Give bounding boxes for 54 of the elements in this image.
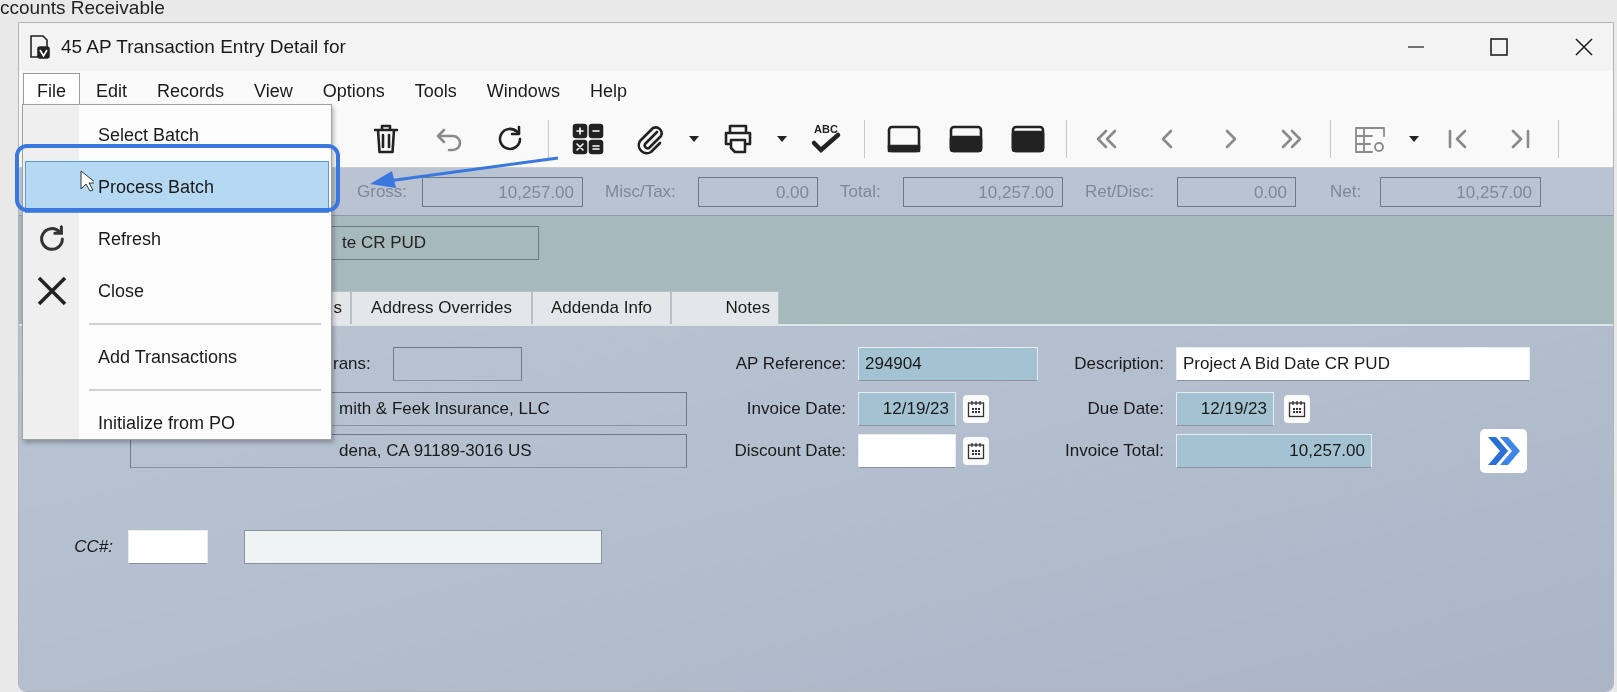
total-field: 10,257.00 <box>903 176 1063 207</box>
menu-item[interactable]: Add Transactions <box>25 331 329 383</box>
total-field: 0.00 <box>1177 176 1296 207</box>
total-label: Total: <box>840 181 882 202</box>
total-label: Net: <box>1330 181 1363 202</box>
menu-item[interactable]: Help <box>575 72 641 110</box>
field-label: CC#: <box>73 537 113 557</box>
field-label: Invoice Date: <box>745 399 846 419</box>
field-label: Description: <box>1073 354 1164 374</box>
forward-button[interactable] <box>1480 429 1527 473</box>
total-label: Misc/Tax: <box>605 181 677 202</box>
close-icon <box>36 275 68 307</box>
background-window-title: ccounts Receivable <box>0 0 165 17</box>
tab[interactable]: Notes <box>671 291 779 324</box>
amount-field[interactable]: 10,257.00 <box>1176 434 1372 468</box>
calendar-icon[interactable] <box>967 442 985 460</box>
dropdown-caret-icon[interactable] <box>1409 136 1419 142</box>
calculator-icon[interactable] <box>571 122 605 156</box>
date-field[interactable] <box>858 434 956 468</box>
tab[interactable]: Addenda Info <box>532 291 671 324</box>
calendar-icon[interactable] <box>1288 400 1306 418</box>
cc-description-field[interactable] <box>244 530 602 564</box>
cursor-icon <box>80 170 94 192</box>
menu-item[interactable]: Select Batch <box>25 109 329 161</box>
app-icon <box>29 35 51 59</box>
text-field[interactable]: Project A Bid Date CR PUD <box>1176 347 1530 381</box>
menu-item[interactable]: Options <box>308 72 399 110</box>
menu-item[interactable]: Close <box>25 265 329 317</box>
menu-item[interactable]: Tools <box>400 72 471 110</box>
double-chevron-icon <box>1485 435 1522 467</box>
calendar-icon[interactable] <box>967 400 985 418</box>
field-label: rans: <box>333 354 372 374</box>
menu-item[interactable]: Windows <box>472 72 574 110</box>
date-field[interactable]: 12/19/23 <box>1176 392 1274 426</box>
total-field: 0.00 <box>698 176 818 207</box>
total-field: 10,257.00 <box>422 176 583 207</box>
total-label: Ret/Disc: <box>1085 181 1155 202</box>
close-icon[interactable] <box>1574 37 1594 57</box>
menu-item[interactable]: Process Batch <box>25 161 329 213</box>
dropdown-caret-icon[interactable] <box>689 136 699 142</box>
window-title: 45 AP Transaction Entry Detail for <box>61 36 346 58</box>
maximize-icon[interactable] <box>1489 37 1509 57</box>
dropdown-caret-icon[interactable] <box>777 136 787 142</box>
field-label: Due Date: <box>1086 399 1164 419</box>
total-label: Gross: <box>357 181 409 202</box>
total-field: 10,257.00 <box>1380 176 1541 207</box>
text-field[interactable]: 294904 <box>858 347 1038 381</box>
field-label: AP Reference: <box>734 354 846 374</box>
tab[interactable]: Address Overrides <box>351 291 532 324</box>
trans-field[interactable] <box>393 347 522 381</box>
date-field[interactable]: 12/19/23 <box>858 392 956 426</box>
field-label: Invoice Total: <box>1064 441 1164 461</box>
cc-field[interactable] <box>128 530 208 564</box>
field-label: Discount Date: <box>733 441 846 461</box>
